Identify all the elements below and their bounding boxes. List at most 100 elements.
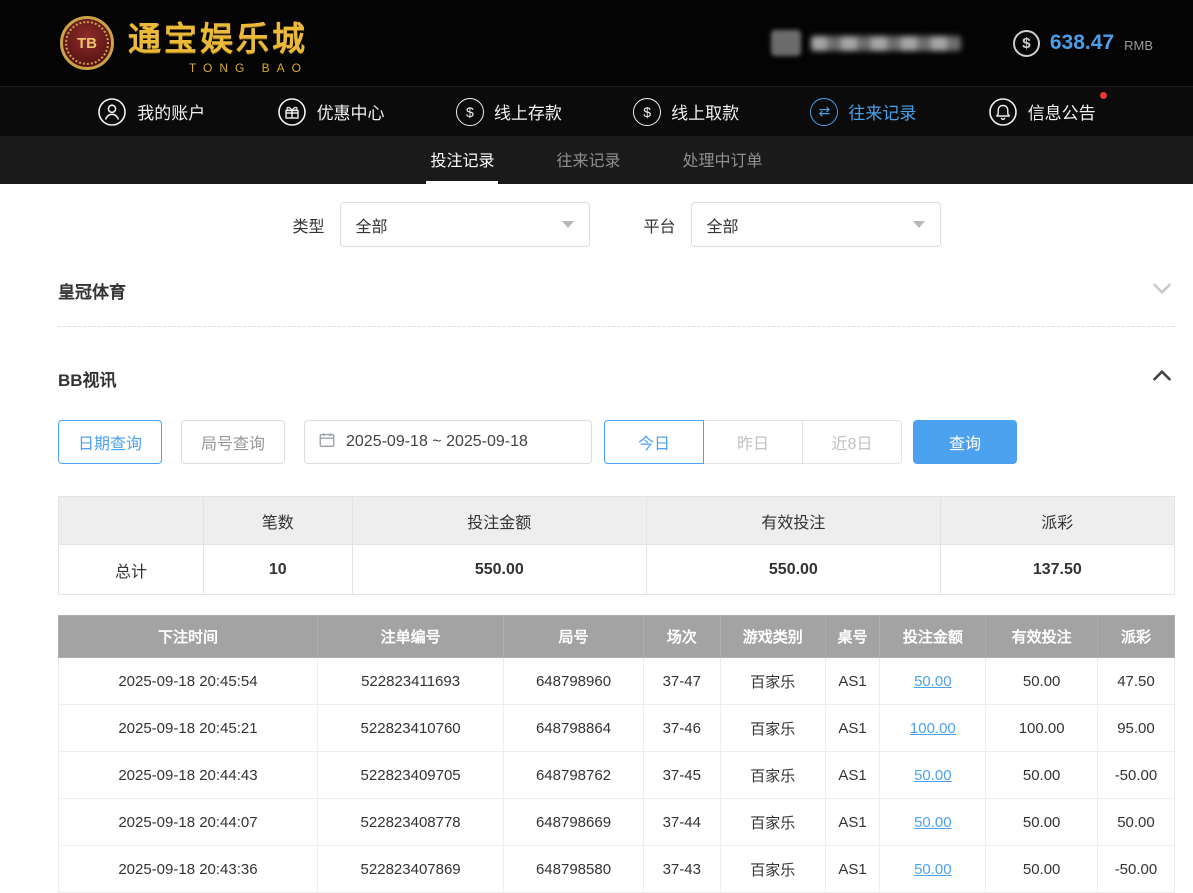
chevron-up-icon[interactable] — [1149, 363, 1175, 394]
balance-currency: RMB — [1124, 38, 1153, 53]
summary-table: 笔数 投注金额 有效投注 派彩 总计 10 550.00 550.00 137.… — [57, 496, 1176, 595]
table-row: 2025-09-18 20:43:36 522823407869 6487985… — [58, 845, 1176, 893]
bet-time: 2025-09-18 20:43:36 — [58, 845, 318, 893]
table-row: 2025-09-18 20:45:21 522823410760 6487988… — [58, 704, 1176, 752]
bet-records-table: 下注时间 注单编号 局号 场次 游戏类别 桌号 投注金额 有效投注 派彩 202… — [58, 615, 1176, 893]
session: 37-43 — [642, 845, 721, 893]
announcement-bell-icon — [988, 97, 1018, 127]
bet-amount-link[interactable]: 50.00 — [914, 814, 952, 831]
dollar-coin-icon: $ — [1012, 29, 1040, 57]
summary-header-row: 笔数 投注金额 有效投注 派彩 — [57, 496, 1176, 545]
summary-header-bet: 投注金额 — [351, 496, 648, 545]
section-title-bb-live: BB视讯 — [58, 371, 117, 390]
table-row: 2025-09-18 20:44:07 522823408778 6487986… — [58, 798, 1176, 846]
bet-id: 522823409705 — [316, 751, 505, 799]
round-id: 648798762 — [503, 751, 644, 799]
main-navigation: 我的账户 优惠中心 $ 线上存款 $ 线上取款 ⇄ 往来记录 信息公告 — [0, 86, 1193, 136]
logo-badge: TB — [77, 34, 97, 52]
balance[interactable]: $ 638.47 RMB — [1012, 29, 1153, 57]
nav-item-transaction-records[interactable]: ⇄ 往来记录 — [810, 97, 917, 126]
search-button[interactable]: 查询 — [913, 420, 1017, 464]
yesterday-button[interactable]: 昨日 — [703, 420, 803, 464]
nav-label: 信息公告 — [1027, 104, 1096, 123]
chevron-down-icon[interactable] — [1149, 275, 1175, 306]
table-id: AS1 — [824, 845, 881, 893]
transfer-records-icon: ⇄ — [810, 97, 839, 126]
table-id: AS1 — [824, 798, 881, 846]
tab-processing-orders[interactable]: 处理中订单 — [679, 136, 767, 184]
username-redacted[interactable] — [770, 30, 961, 56]
withdraw-coin-icon: $ — [633, 97, 662, 126]
table-row: 2025-09-18 20:45:54 522823411693 6487989… — [58, 657, 1176, 705]
chevron-down-icon — [561, 221, 574, 228]
platform-select-value: 全部 — [706, 218, 739, 236]
type-select[interactable]: 全部 — [339, 202, 590, 247]
main-content: 类型 全部 平台 全部 皇冠体育 BB视讯 日期查询 局号查询 2025-09-… — [0, 184, 1193, 893]
bet-amount-link[interactable]: 50.00 — [914, 861, 952, 878]
bet-id: 522823411693 — [316, 657, 505, 705]
platform-filter-label: 平台 — [643, 218, 676, 236]
type-select-value: 全部 — [355, 218, 388, 236]
nav-item-promotions[interactable]: 优惠中心 — [277, 97, 385, 127]
session: 37-45 — [642, 751, 721, 799]
tab-transaction-records[interactable]: 往来记录 — [552, 136, 624, 184]
query-toolbar: 日期查询 局号查询 2025-09-18 ~ 2025-09-18 今日 昨日 … — [58, 420, 1175, 464]
nav-label: 线上取款 — [671, 104, 740, 123]
section-title-crown-sports: 皇冠体育 — [58, 283, 126, 302]
bet-amount-link[interactable]: 50.00 — [914, 767, 952, 784]
summary-bet-value: 550.00 — [351, 544, 648, 595]
date-range-input[interactable]: 2025-09-18 ~ 2025-09-18 — [304, 420, 592, 464]
date-query-button[interactable]: 日期查询 — [58, 420, 162, 464]
round-id: 648798960 — [503, 657, 644, 705]
logo-title: 通宝娱乐城 — [128, 21, 308, 58]
round-id: 648798864 — [503, 704, 644, 752]
nav-item-my-account[interactable]: 我的账户 — [97, 97, 205, 127]
col-header-bet-id: 注单编号 — [316, 615, 505, 658]
nav-item-announcements[interactable]: 信息公告 — [988, 91, 1107, 127]
summary-valid-value: 550.00 — [646, 544, 941, 595]
game-type: 百家乐 — [719, 704, 826, 752]
filter-row: 类型 全部 平台 全部 — [58, 202, 1175, 247]
valid-bet: 50.00 — [985, 845, 1098, 893]
valid-bet: 50.00 — [985, 751, 1098, 799]
section-bb-live[interactable]: BB视讯 — [58, 363, 1175, 394]
gift-icon — [277, 97, 307, 127]
game-type: 百家乐 — [719, 751, 826, 799]
bet-time: 2025-09-18 20:44:07 — [58, 798, 318, 846]
summary-count-value: 10 — [203, 544, 353, 595]
nav-label: 往来记录 — [848, 104, 917, 123]
username-blurred — [810, 35, 961, 51]
last-8-days-button[interactable]: 近8日 — [802, 420, 902, 464]
platform-select[interactable]: 全部 — [690, 202, 941, 247]
section-crown-sports[interactable]: 皇冠体育 — [58, 275, 1175, 306]
deposit-coin-icon: $ — [455, 97, 484, 126]
valid-bet: 50.00 — [985, 798, 1098, 846]
bet-id: 522823407869 — [316, 845, 505, 893]
bet-time: 2025-09-18 20:45:21 — [58, 704, 318, 752]
bet-id: 522823410760 — [316, 704, 505, 752]
round-id: 648798580 — [503, 845, 644, 893]
nav-item-deposit[interactable]: $ 线上存款 — [455, 97, 562, 126]
session: 37-47 — [642, 657, 721, 705]
payout: -50.00 — [1096, 751, 1176, 799]
nav-label: 我的账户 — [137, 104, 206, 123]
summary-header-empty — [57, 496, 205, 545]
round-query-button[interactable]: 局号查询 — [181, 420, 285, 464]
game-type: 百家乐 — [719, 657, 826, 705]
site-logo[interactable]: TB 通宝娱乐城 TONG BAO — [60, 12, 308, 75]
bet-amount-link[interactable]: 50.00 — [914, 673, 952, 690]
bet-id: 522823408778 — [316, 798, 505, 846]
logo-subtitle: TONG BAO — [188, 60, 308, 75]
bet-amount-link[interactable]: 100.00 — [910, 720, 956, 737]
bet-time: 2025-09-18 20:45:54 — [58, 657, 318, 705]
payout: -50.00 — [1096, 845, 1176, 893]
summary-total-label: 总计 — [57, 544, 205, 595]
session: 37-44 — [642, 798, 721, 846]
today-button[interactable]: 今日 — [604, 420, 704, 464]
nav-item-withdraw[interactable]: $ 线上取款 — [633, 97, 740, 126]
payout: 50.00 — [1096, 798, 1176, 846]
col-header-valid-bet: 有效投注 — [985, 615, 1098, 658]
session: 37-46 — [642, 704, 721, 752]
tab-bet-records[interactable]: 投注记录 — [426, 136, 499, 184]
col-header-game-type: 游戏类别 — [719, 615, 826, 658]
